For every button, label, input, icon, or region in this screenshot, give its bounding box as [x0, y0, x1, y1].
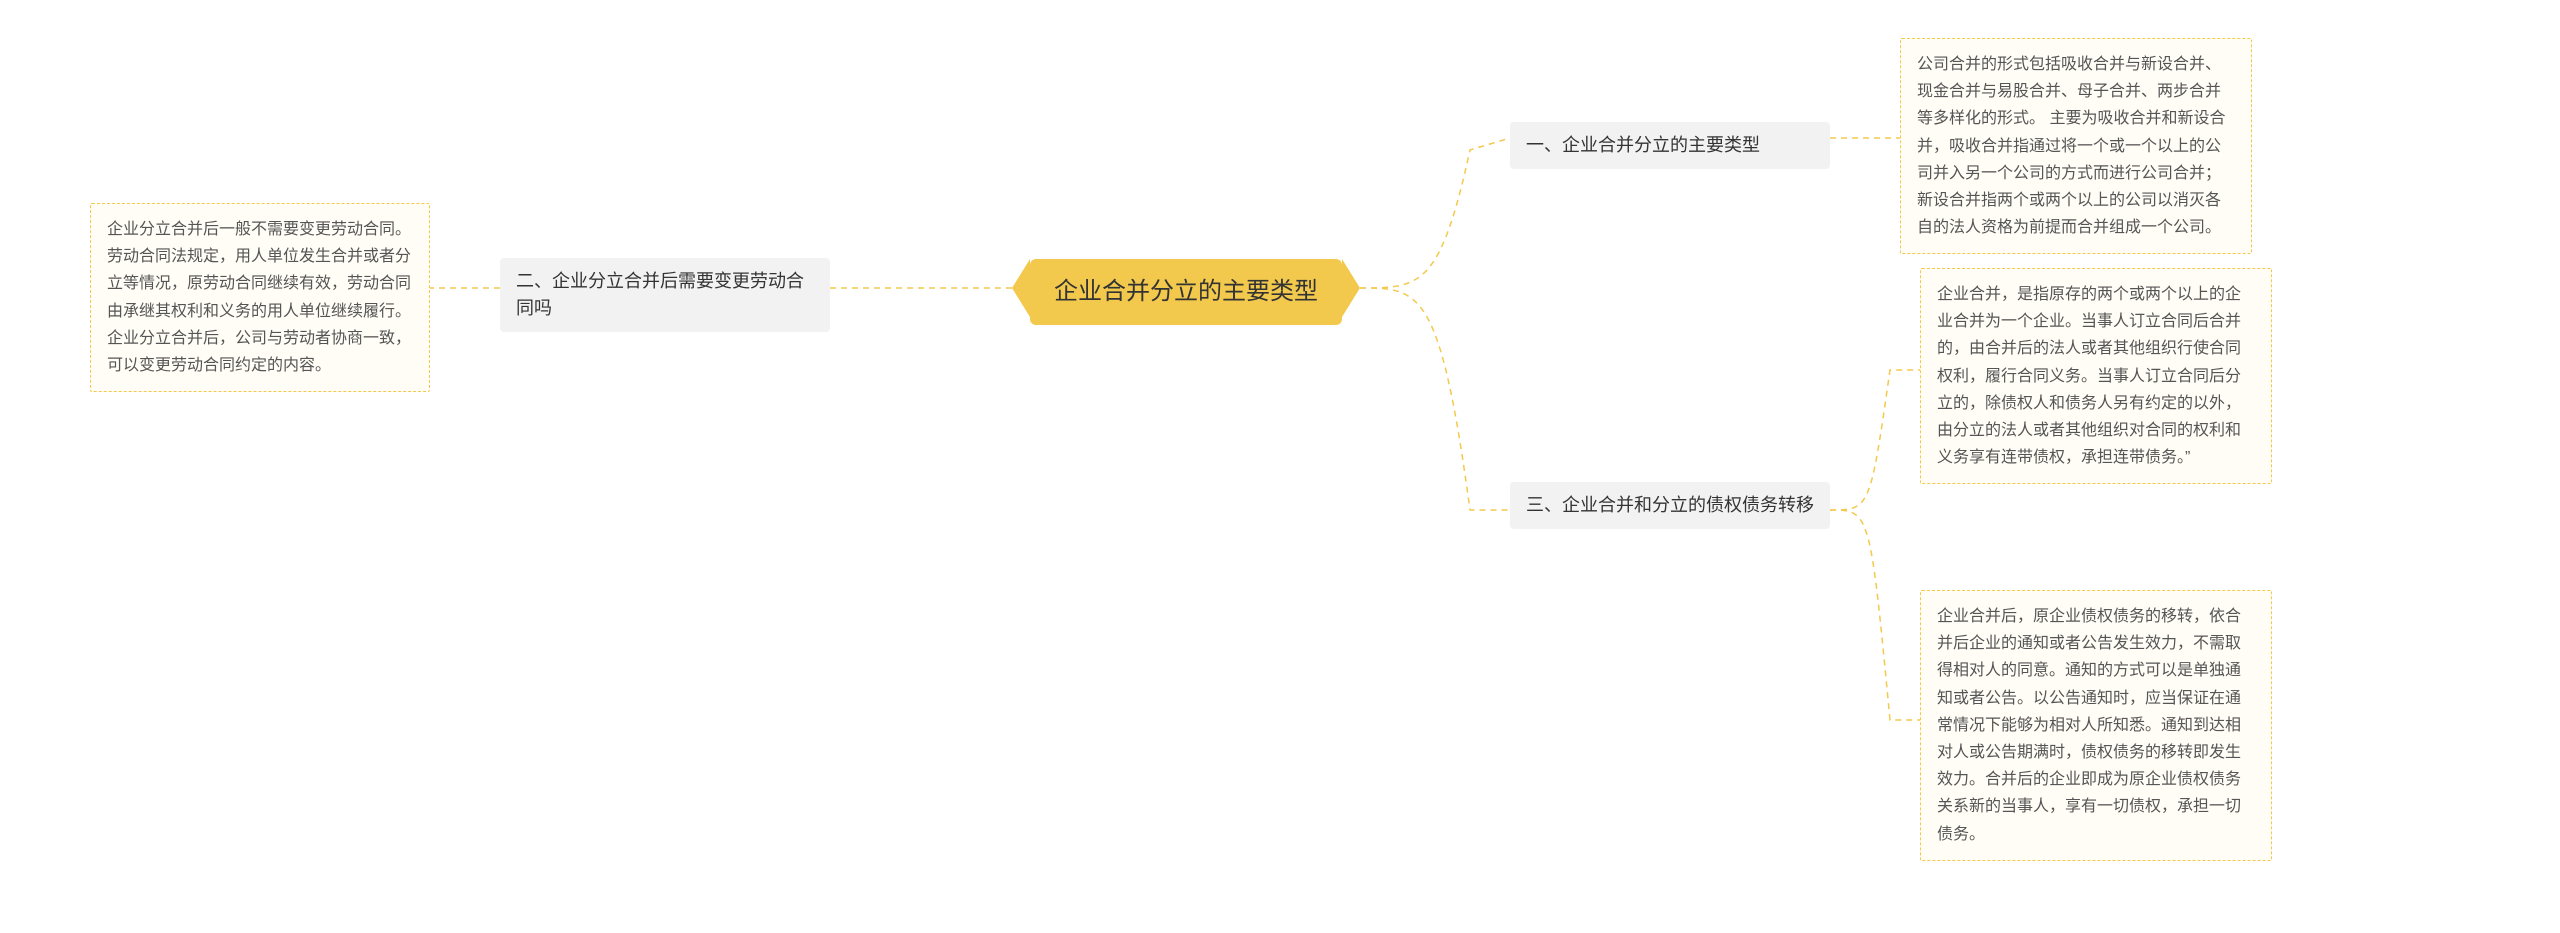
branch-3-leaf-1[interactable]: 企业合并，是指原存的两个或两个以上的企业合并为一个企业。当事人订立合同后合并的，… — [1920, 268, 2272, 484]
branch-2-leaf-text: 企业分立合并后一般不需要变更劳动合同。劳动合同法规定，用人单位发生合并或者分立等… — [107, 221, 411, 374]
branch-3-leaf-2[interactable]: 企业合并后，原企业债权债务的移转，依合并后企业的通知或者公告发生效力，不需取得相… — [1920, 590, 2272, 861]
branch-1-title: 一、企业合并分立的主要类型 — [1526, 135, 1760, 155]
branch-3-leaf-2-text: 企业合并后，原企业债权债务的移转，依合并后企业的通知或者公告发生效力，不需取得相… — [1937, 608, 2241, 843]
branch-2-leaf[interactable]: 企业分立合并后一般不需要变更劳动合同。劳动合同法规定，用人单位发生合并或者分立等… — [90, 203, 430, 392]
branch-1[interactable]: 一、企业合并分立的主要类型 — [1510, 122, 1830, 169]
branch-1-leaf[interactable]: 公司合并的形式包括吸收合并与新设合并、现金合并与易股合并、母子合并、两步合并等多… — [1900, 38, 2252, 254]
root-node[interactable]: 企业合并分立的主要类型 — [1030, 259, 1342, 325]
branch-2[interactable]: 二、企业分立合并后需要变更劳动合同吗 — [500, 258, 830, 332]
branch-3-leaf-1-text: 企业合并，是指原存的两个或两个以上的企业合并为一个企业。当事人订立合同后合并的，… — [1937, 286, 2241, 466]
branch-1-leaf-text: 公司合并的形式包括吸收合并与新设合并、现金合并与易股合并、母子合并、两步合并等多… — [1917, 56, 2225, 236]
branch-3[interactable]: 三、企业合并和分立的债权债务转移 — [1510, 482, 1830, 529]
branch-2-title: 二、企业分立合并后需要变更劳动合同吗 — [516, 271, 804, 318]
root-title: 企业合并分立的主要类型 — [1054, 278, 1318, 305]
branch-3-title: 三、企业合并和分立的债权债务转移 — [1526, 495, 1814, 515]
